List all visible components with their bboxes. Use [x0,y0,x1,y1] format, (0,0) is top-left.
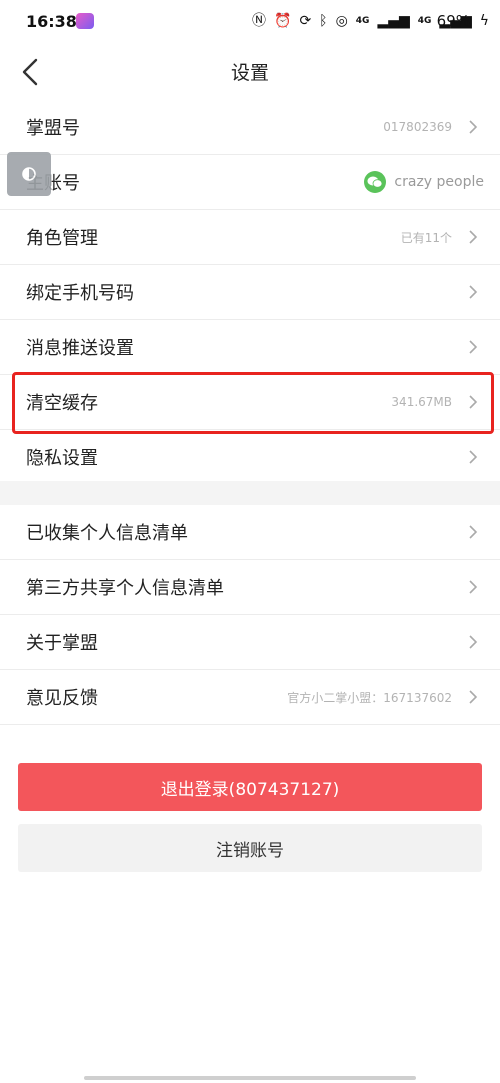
wechat-account: crazy people [364,171,484,193]
settings-group-info: 已收集个人信息清单 第三方共享个人信息清单 关于掌盟 意见反馈 官方小二掌小盟：… [0,505,500,725]
wechat-icon [364,171,387,193]
camera-icon: ◎ [335,13,348,29]
row-label: 关于掌盟 [26,633,98,654]
chevron-right-icon [469,525,478,539]
row-collected-info-list[interactable]: 已收集个人信息清单 [0,505,500,560]
row-label: 第三方共享个人信息清单 [26,578,224,599]
home-indicator[interactable] [84,1076,416,1080]
settings-group-account: 掌盟号 017802369 主账号 crazy people 角色管理 已有11… [0,100,500,484]
chevron-right-icon [469,285,478,299]
chevron-right-icon [469,580,478,594]
status-bar: 16:38 Ⓝ ⏰ ⟳ ᛒ ◎ 4G ▂▄▆ 4G ▂▄▆ ϟ 69% [0,0,500,44]
row-third-party-sharing-list[interactable]: 第三方共享个人信息清单 [0,560,500,615]
section-divider [0,481,500,505]
row-league-id[interactable]: 掌盟号 017802369 [0,100,500,155]
chevron-right-icon [469,230,478,244]
chevron-right-icon [469,120,478,134]
status-time: 16:38 [26,12,77,31]
network-4g-a: 4G [355,16,370,26]
row-label: 清空缓存 [26,393,98,414]
row-bind-phone[interactable]: 绑定手机号码 [0,265,500,320]
charging-icon: ϟ [479,13,489,29]
signal-icon-a: ▂▄▆ [377,13,410,29]
role-count-value: 已有11个 [400,230,452,245]
row-label: 消息推送设置 [26,338,134,359]
chevron-right-icon [469,690,478,704]
row-label: 掌盟号 [26,118,80,139]
app-notification-icon [76,13,94,29]
battery-level: 69% [436,12,470,30]
row-privacy-settings[interactable]: 隐私设置 [0,430,500,484]
feedback-contact-value: 官方小二掌小盟：167137602 [287,690,452,705]
floating-assistant-button[interactable] [7,152,51,196]
alarm-icon: ⏰ [274,13,292,29]
network-4g-b: 4G [417,16,432,26]
row-label: 绑定手机号码 [26,283,134,304]
league-id-value: 017802369 [383,120,452,134]
wechat-nickname: crazy people [394,174,484,190]
chevron-right-icon [469,635,478,649]
row-main-account[interactable]: 主账号 crazy people [0,155,500,210]
nav-bar: 设置 [0,44,500,100]
row-about[interactable]: 关于掌盟 [0,615,500,670]
row-clear-cache[interactable]: 清空缓存 341.67MB [0,375,500,430]
row-push-settings[interactable]: 消息推送设置 [0,320,500,375]
chevron-right-icon [469,340,478,354]
row-label: 已收集个人信息清单 [26,523,188,544]
nfc-icon: Ⓝ [252,13,266,29]
sync-icon: ⟳ [299,13,312,29]
cancel-account-button[interactable]: 注销账号 [18,824,482,872]
chevron-right-icon [469,395,478,409]
row-label: 意见反馈 [26,688,98,709]
row-role-management[interactable]: 角色管理 已有11个 [0,210,500,265]
cache-size-value: 341.67MB [391,395,452,409]
chevron-right-icon [469,450,478,464]
half-moon-icon [22,167,36,181]
bluetooth-icon: ᛒ [319,13,328,29]
row-feedback[interactable]: 意见反馈 官方小二掌小盟：167137602 [0,670,500,725]
row-label: 角色管理 [26,228,98,249]
row-label: 隐私设置 [26,448,98,469]
logout-button[interactable]: 退出登录(807437127) [18,763,482,811]
page-title: 设置 [230,62,269,84]
